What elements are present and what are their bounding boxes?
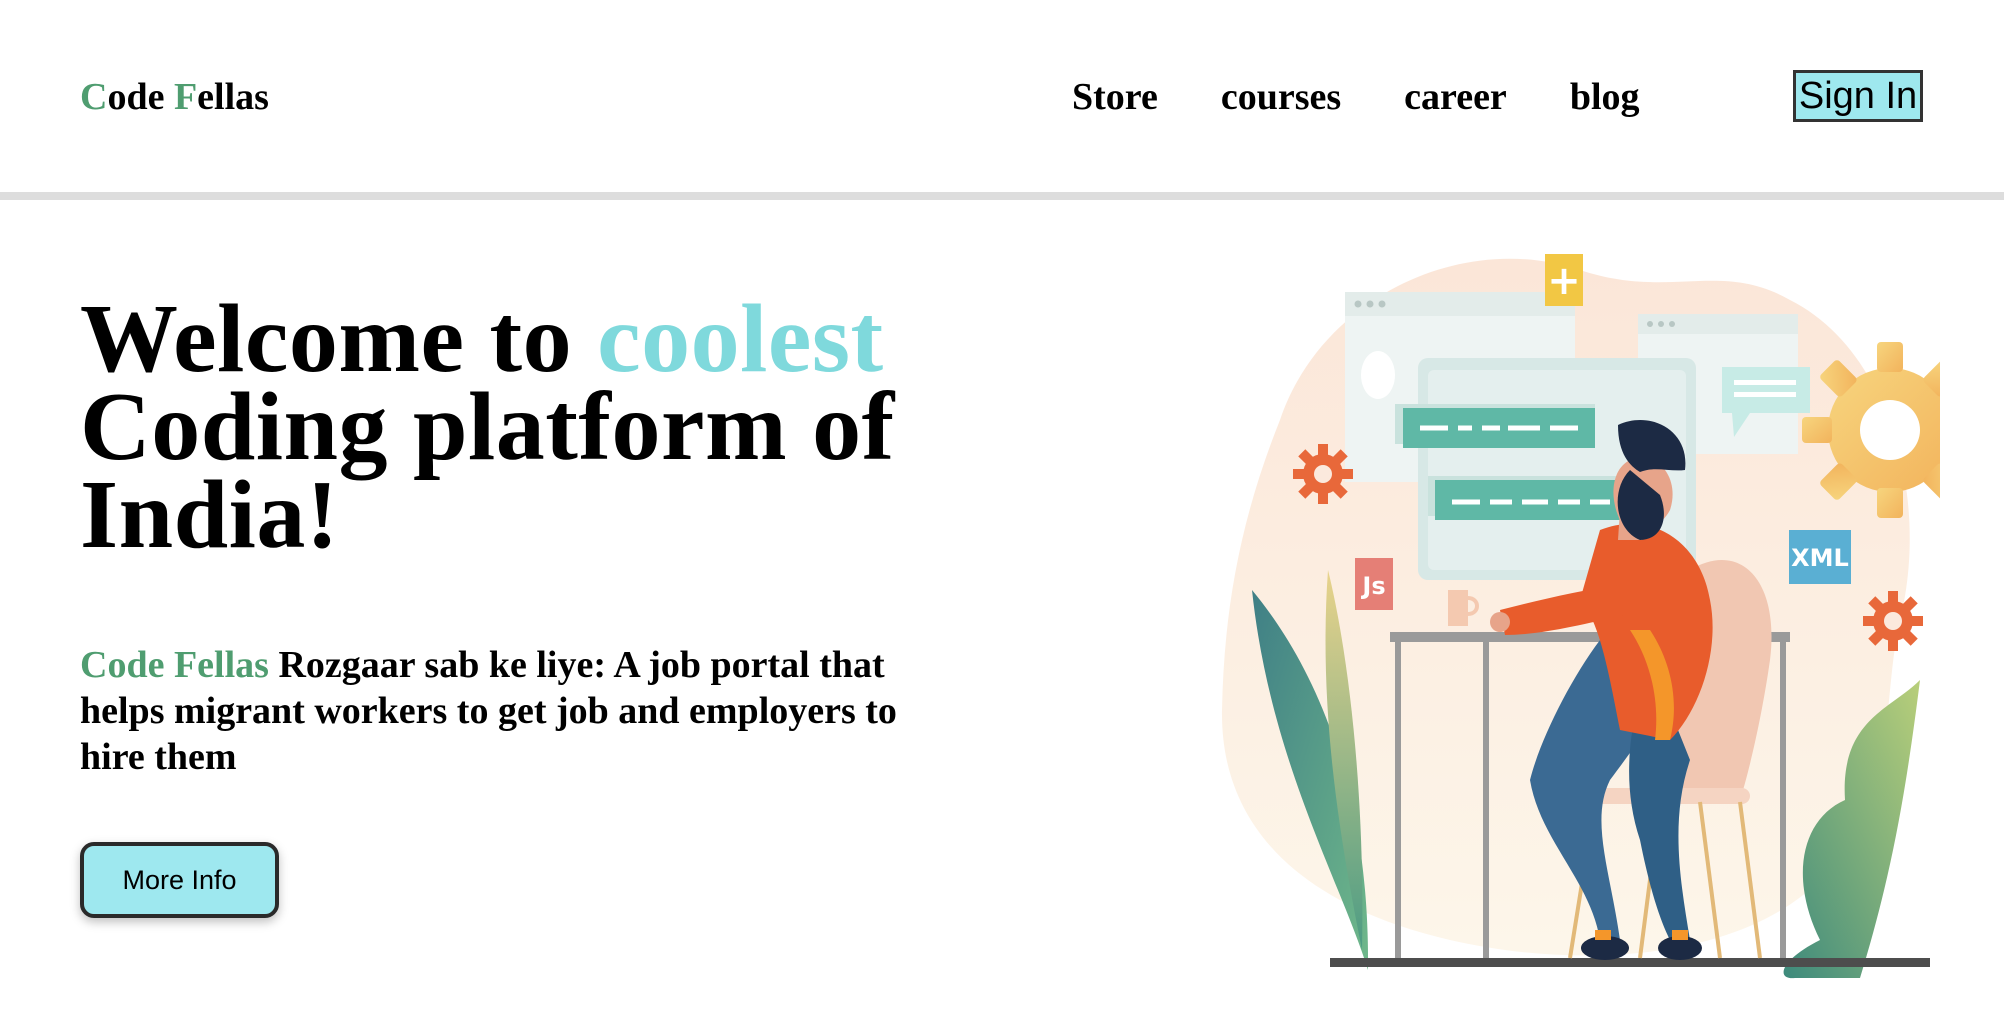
svg-text:XML: XML: [1791, 544, 1849, 572]
orange-gear-left-icon: [1293, 444, 1353, 504]
hero-description: Code Fellas Rozgaar sab ke liye: A job p…: [80, 642, 900, 780]
top-navbar: Code Fellas Store courses career blog Si…: [0, 0, 2004, 192]
hero-title: Welcome to coolest Coding platform of In…: [80, 290, 980, 564]
svg-text:+: +: [1547, 258, 1581, 304]
developer-illustration: + Js XML: [1221, 254, 1940, 979]
nav-link-career[interactable]: career: [1404, 72, 1507, 122]
orange-gear-right-icon: [1863, 591, 1923, 651]
more-info-button[interactable]: More Info: [80, 842, 279, 918]
header-divider: [0, 192, 2004, 200]
main-nav: Store courses career blog: [1072, 72, 1703, 122]
logo-text-ellas: ellas: [197, 76, 269, 118]
svg-text:Js: Js: [1360, 572, 1385, 600]
floor-line: [1330, 958, 1930, 967]
site-logo[interactable]: Code Fellas: [80, 72, 269, 122]
sign-in-button[interactable]: Sign In: [1793, 70, 1923, 122]
logo-text-ode: ode: [107, 76, 174, 118]
logo-letter-c: C: [80, 76, 108, 118]
nav-link-courses[interactable]: courses: [1221, 72, 1341, 122]
js-badge: Js: [1355, 558, 1393, 610]
plus-badge: +: [1545, 254, 1583, 306]
nav-link-blog[interactable]: blog: [1570, 72, 1640, 122]
logo-letter-f: F: [173, 76, 198, 118]
hero-title-end: Coding platform of India!: [80, 373, 895, 569]
nav-link-store[interactable]: Store: [1072, 72, 1158, 122]
hero-brand-name: Code Fellas: [80, 644, 269, 686]
xml-badge: XML: [1789, 530, 1851, 584]
